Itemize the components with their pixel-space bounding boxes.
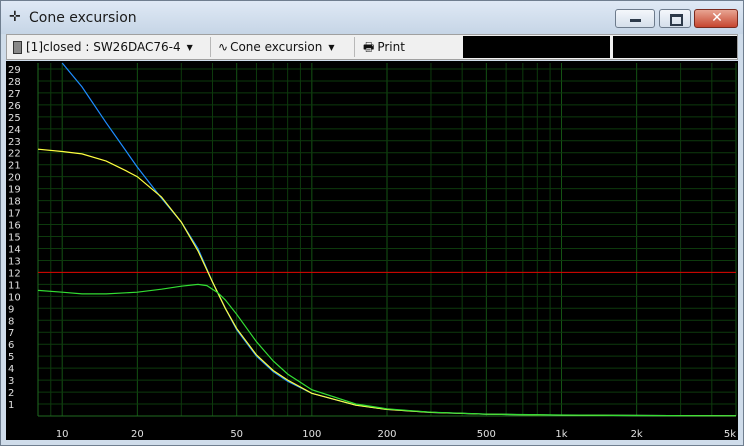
- y-tick-label: 26: [8, 101, 21, 112]
- x-tick-label: 200: [377, 429, 396, 440]
- toolbar-divider: [354, 37, 355, 57]
- y-tick-label: 7: [8, 328, 14, 339]
- y-tick-label: 6: [8, 340, 14, 351]
- minimize-button[interactable]: [615, 9, 655, 28]
- y-tick-label: 24: [8, 125, 21, 136]
- readout-box-right: [613, 36, 737, 58]
- window-title: Cone excursion: [29, 10, 137, 26]
- y-tick-label: 22: [8, 149, 21, 160]
- y-tick-label: 28: [8, 77, 21, 88]
- y-tick-label: 19: [8, 185, 21, 196]
- y-tick-label: 27: [8, 89, 21, 100]
- y-tick-label: 3: [8, 376, 14, 387]
- readout-box-left: [463, 36, 610, 58]
- y-tick-label: 18: [8, 197, 21, 208]
- x-tick-label: 1k: [555, 429, 567, 440]
- speaker-icon: [13, 41, 22, 54]
- printer-icon: 🖶: [363, 40, 375, 54]
- y-tick-label: 1: [8, 400, 14, 411]
- chevron-down-icon: ▼: [328, 42, 335, 52]
- project-dropdown[interactable]: [1]closed : SW26DAC76-4 ▼: [13, 38, 193, 56]
- y-tick-label: 29: [8, 65, 21, 76]
- x-tick-label: 5k: [724, 429, 736, 440]
- y-tick-label: 25: [8, 113, 21, 124]
- y-tick-label: 14: [8, 244, 21, 255]
- y-tick-label: 9: [8, 304, 14, 315]
- graph-type-label: Cone excursion: [230, 40, 323, 54]
- toolbar: [1]closed : SW26DAC76-4 ▼ ∿ Cone excursion…: [6, 34, 738, 60]
- y-tick-label: 2: [8, 388, 14, 399]
- y-tick-label: 10: [8, 292, 21, 303]
- print-button[interactable]: 🖶 Print: [363, 38, 405, 56]
- x-tick-label: 100: [302, 429, 321, 440]
- x-tick-label: 20: [131, 429, 144, 440]
- print-label: Print: [377, 40, 405, 54]
- y-tick-label: 16: [8, 221, 21, 232]
- cone-excursion-chart: 1234567891011121314151617181920212223242…: [8, 62, 737, 440]
- toolbar-divider: [210, 37, 211, 57]
- title-bar[interactable]: ✛ Cone excursion ✕: [1, 1, 743, 34]
- graph-type-dropdown[interactable]: ∿ Cone excursion ▼: [218, 38, 334, 56]
- y-tick-label: 12: [8, 268, 21, 279]
- y-tick-label: 20: [8, 173, 21, 184]
- y-tick-label: 21: [8, 161, 21, 172]
- y-tick-label: 23: [8, 137, 21, 148]
- chevron-down-icon: ▼: [186, 42, 193, 52]
- maximize-button[interactable]: [659, 9, 691, 28]
- y-tick-label: 15: [8, 233, 21, 244]
- x-tick-label: 500: [477, 429, 496, 440]
- x-tick-label: 2k: [631, 429, 643, 440]
- close-icon: ✕: [711, 10, 723, 26]
- y-tick-label: 13: [8, 256, 21, 267]
- y-tick-label: 11: [8, 280, 21, 291]
- x-tick-label: 50: [230, 429, 243, 440]
- sine-wave-icon: ∿: [218, 40, 229, 54]
- cone-excursion-window: ✛ Cone excursion ✕ [1]closed : SW26DAC76…: [0, 0, 744, 446]
- y-tick-label: 17: [8, 209, 21, 220]
- y-tick-label: 8: [8, 316, 14, 327]
- minimize-icon: [630, 19, 641, 22]
- crosshair-icon: ✛: [9, 9, 21, 25]
- close-button[interactable]: ✕: [694, 9, 738, 28]
- y-tick-label: 5: [8, 352, 14, 363]
- maximize-icon: [670, 14, 683, 26]
- y-tick-label: 4: [8, 364, 14, 375]
- plot-area[interactable]: 1 2 3 4 5 6 7 8 9 10 11 12 13 14 15 16 17 18 19 20 21 22 23 24 2…: [6, 61, 738, 440]
- x-tick-label: 10: [56, 429, 69, 440]
- series-line-1: [61, 62, 737, 417]
- project-label: [1]closed : SW26DAC76-4: [26, 40, 181, 54]
